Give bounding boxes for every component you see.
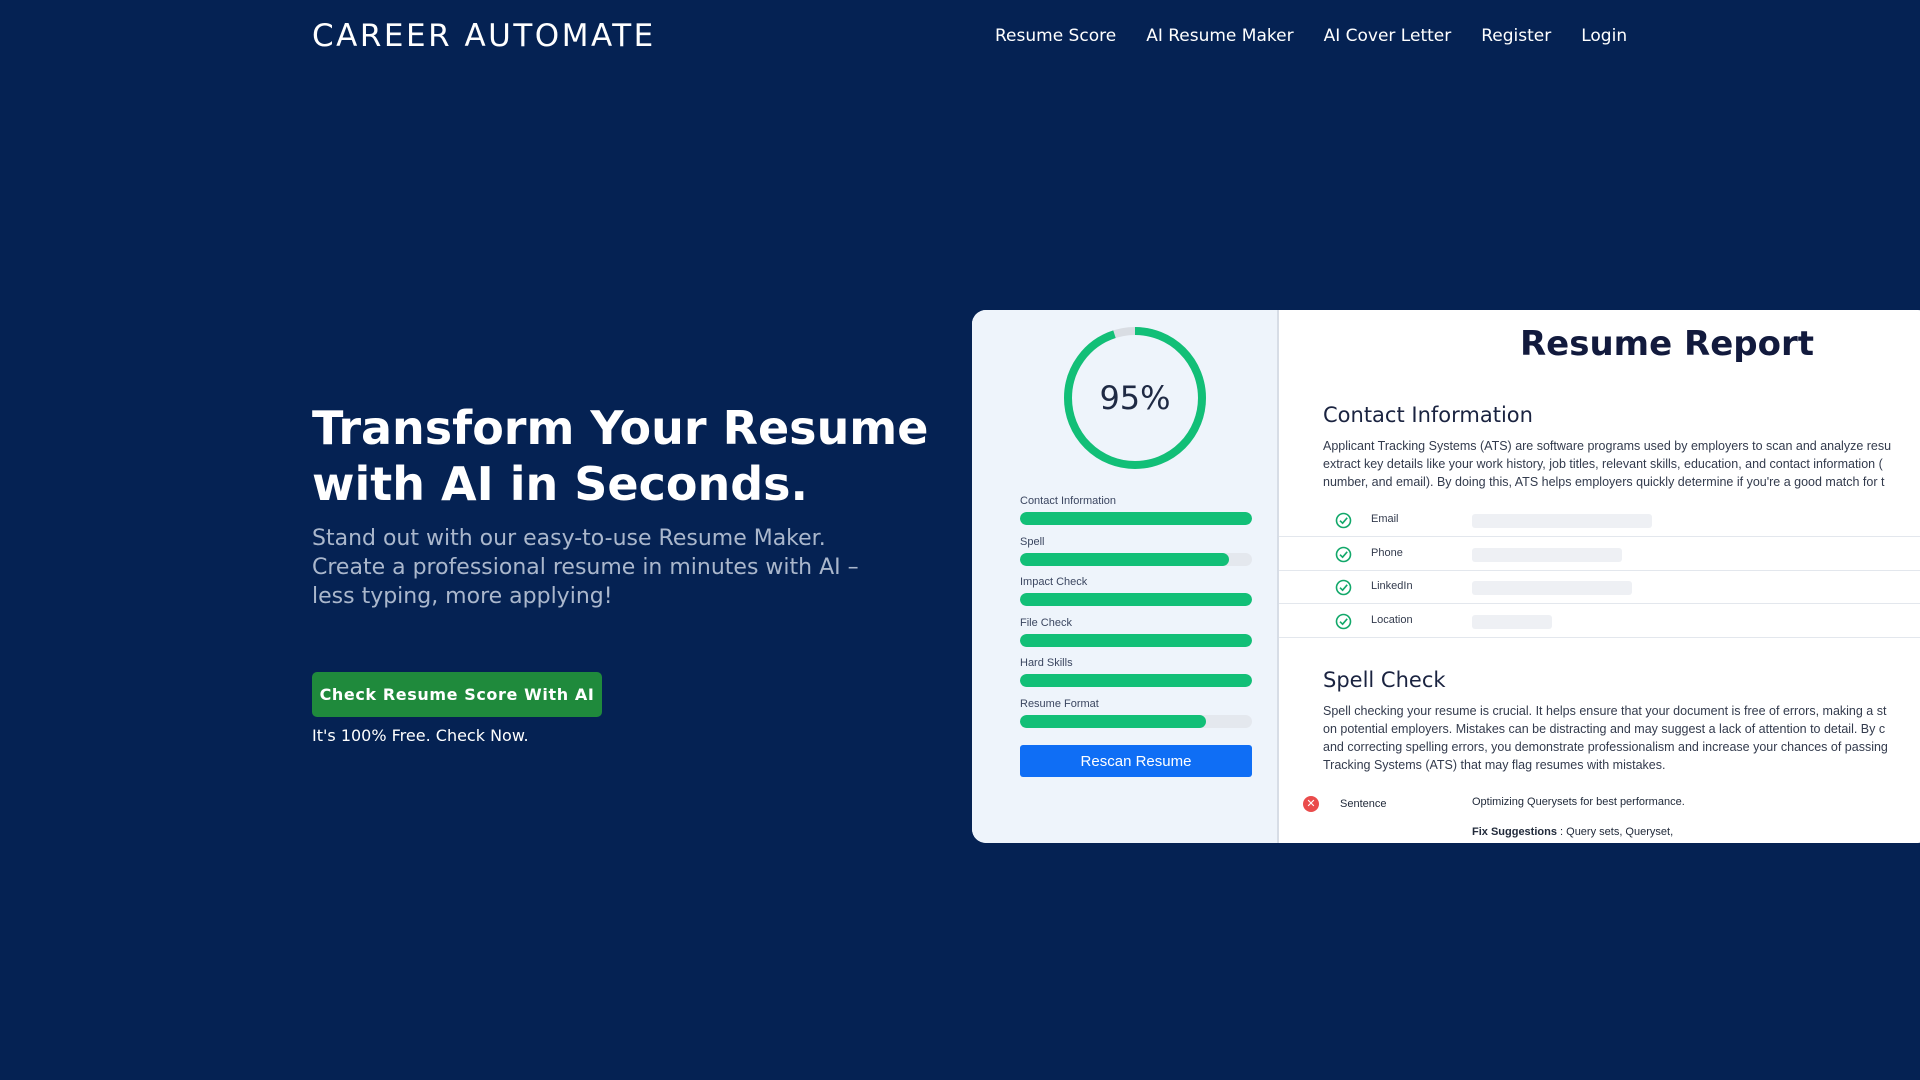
spell-body-line: Tracking Systems (ATS) that may flag res… bbox=[1323, 758, 1666, 772]
metric-bar bbox=[1020, 633, 1252, 647]
report-panel: Resume Report Contact Information Applic… bbox=[1279, 310, 1920, 843]
metric-label: Impact Check bbox=[1020, 576, 1088, 588]
nav-ai-resume-maker[interactable]: AI Resume Maker bbox=[1146, 26, 1293, 46]
metric-label: Contact Information bbox=[1020, 495, 1116, 507]
hero-subtitle-line2: Create a professional resume in minutes … bbox=[312, 555, 859, 580]
metric-contact-information: Contact Information bbox=[1020, 494, 1252, 535]
contact-section-title: Contact Information bbox=[1323, 403, 1533, 427]
metric-bar bbox=[1020, 512, 1252, 525]
resume-report-preview: 95% Contact Information Spell Impact Che… bbox=[972, 310, 1920, 843]
error-x-icon: ✕ bbox=[1303, 796, 1319, 812]
metric-bar-fill bbox=[1020, 512, 1252, 525]
metric-list: Contact Information Spell Impact Check F… bbox=[1020, 494, 1252, 737]
contact-row-email: Email bbox=[1279, 504, 1920, 537]
metric-label: Resume Format bbox=[1020, 697, 1099, 710]
score-percent: 95% bbox=[1099, 379, 1171, 417]
nav-register[interactable]: Register bbox=[1481, 26, 1551, 46]
spell-row-label: Sentence bbox=[1340, 798, 1387, 810]
metric-bar-fill bbox=[1020, 714, 1206, 728]
contact-body-line: Applicant Tracking Systems (ATS) are sof… bbox=[1323, 439, 1892, 453]
redacted-value bbox=[1472, 581, 1632, 595]
spell-body-line: on potential employers. Mistakes can be … bbox=[1323, 722, 1886, 736]
spell-body-line: Spell checking your resume is crucial. I… bbox=[1323, 704, 1887, 718]
metric-spell: Spell bbox=[1020, 535, 1252, 576]
redacted-value bbox=[1472, 514, 1652, 528]
metric-hard-skills: Hard Skills bbox=[1020, 656, 1252, 697]
nav-ai-cover-letter[interactable]: AI Cover Letter bbox=[1324, 26, 1452, 46]
contact-row-phone: Phone bbox=[1279, 538, 1920, 571]
row-label: Email bbox=[1371, 513, 1399, 525]
metric-label: Hard Skills bbox=[1020, 657, 1073, 669]
spell-body-line: and correcting spelling errors, you demo… bbox=[1323, 740, 1888, 754]
check-circle-icon bbox=[1335, 613, 1352, 630]
metric-impact-check: Impact Check bbox=[1020, 575, 1252, 616]
metric-bar-fill bbox=[1020, 593, 1252, 606]
main-nav: Resume Score AI Resume Maker AI Cover Le… bbox=[995, 26, 1627, 46]
fix-suggestions: Fix Suggestions : Query sets, Queryset, bbox=[1472, 826, 1673, 838]
row-label: Phone bbox=[1371, 547, 1403, 559]
contact-row-location: Location bbox=[1279, 605, 1920, 638]
nav-resume-score[interactable]: Resume Score bbox=[995, 26, 1116, 46]
check-circle-icon bbox=[1335, 546, 1352, 563]
hero-title-line2: with AI in Seconds. bbox=[312, 457, 809, 511]
score-panel: 95% Contact Information Spell Impact Che… bbox=[972, 310, 1279, 843]
redacted-value bbox=[1472, 615, 1552, 629]
hero-subtitle: Stand out with our easy-to-use Resume Ma… bbox=[312, 524, 952, 611]
brand-logo[interactable]: CAREER AUTOMATE bbox=[312, 18, 656, 54]
metric-bar bbox=[1020, 714, 1252, 728]
check-circle-icon bbox=[1335, 512, 1352, 529]
metric-label: File Check bbox=[1020, 616, 1072, 629]
contact-body-line: extract key details like your work histo… bbox=[1323, 457, 1883, 471]
rescan-resume-button[interactable]: Rescan Resume bbox=[1020, 745, 1252, 777]
spell-row-value: Optimizing Querysets for best performanc… bbox=[1472, 796, 1685, 808]
metric-bar-fill bbox=[1020, 674, 1252, 687]
hero-subtitle-line1: Stand out with our easy-to-use Resume Ma… bbox=[312, 526, 826, 551]
metric-bar bbox=[1020, 674, 1252, 687]
nav-login[interactable]: Login bbox=[1581, 26, 1627, 46]
contact-section-body: Applicant Tracking Systems (ATS) are sof… bbox=[1323, 437, 1920, 491]
row-label: LinkedIn bbox=[1371, 580, 1413, 592]
spell-section-title: Spell Check bbox=[1323, 668, 1446, 692]
metric-bar-fill bbox=[1020, 552, 1229, 566]
metric-resume-format: Resume Format bbox=[1020, 697, 1252, 738]
hero-title: Transform Your Resume with AI in Seconds… bbox=[312, 400, 952, 512]
metric-bar bbox=[1020, 552, 1252, 566]
metric-bar-fill bbox=[1020, 633, 1252, 647]
metric-bar bbox=[1020, 593, 1252, 606]
contact-row-linkedin: LinkedIn bbox=[1279, 571, 1920, 604]
spell-section-body: Spell checking your resume is crucial. I… bbox=[1323, 702, 1920, 774]
check-resume-score-button[interactable]: Check Resume Score With AI bbox=[312, 672, 602, 717]
fix-suggestions-value: : Query sets, Queryset, bbox=[1556, 826, 1674, 838]
cta-note: It's 100% Free. Check Now. bbox=[312, 726, 529, 745]
hero-subtitle-line3: less typing, more applying! bbox=[312, 584, 613, 609]
contact-body-line: number, and email). By doing this, ATS h… bbox=[1323, 475, 1885, 489]
report-title: Resume Report bbox=[1520, 324, 1814, 364]
row-label: Location bbox=[1371, 614, 1413, 626]
check-circle-icon bbox=[1335, 579, 1352, 596]
metric-label: Spell bbox=[1020, 535, 1045, 548]
metric-file-check: File Check bbox=[1020, 616, 1252, 657]
fix-suggestions-label: Fix Suggestions bbox=[1472, 826, 1557, 838]
redacted-value bbox=[1472, 548, 1622, 562]
hero-title-line1: Transform Your Resume bbox=[312, 401, 929, 455]
